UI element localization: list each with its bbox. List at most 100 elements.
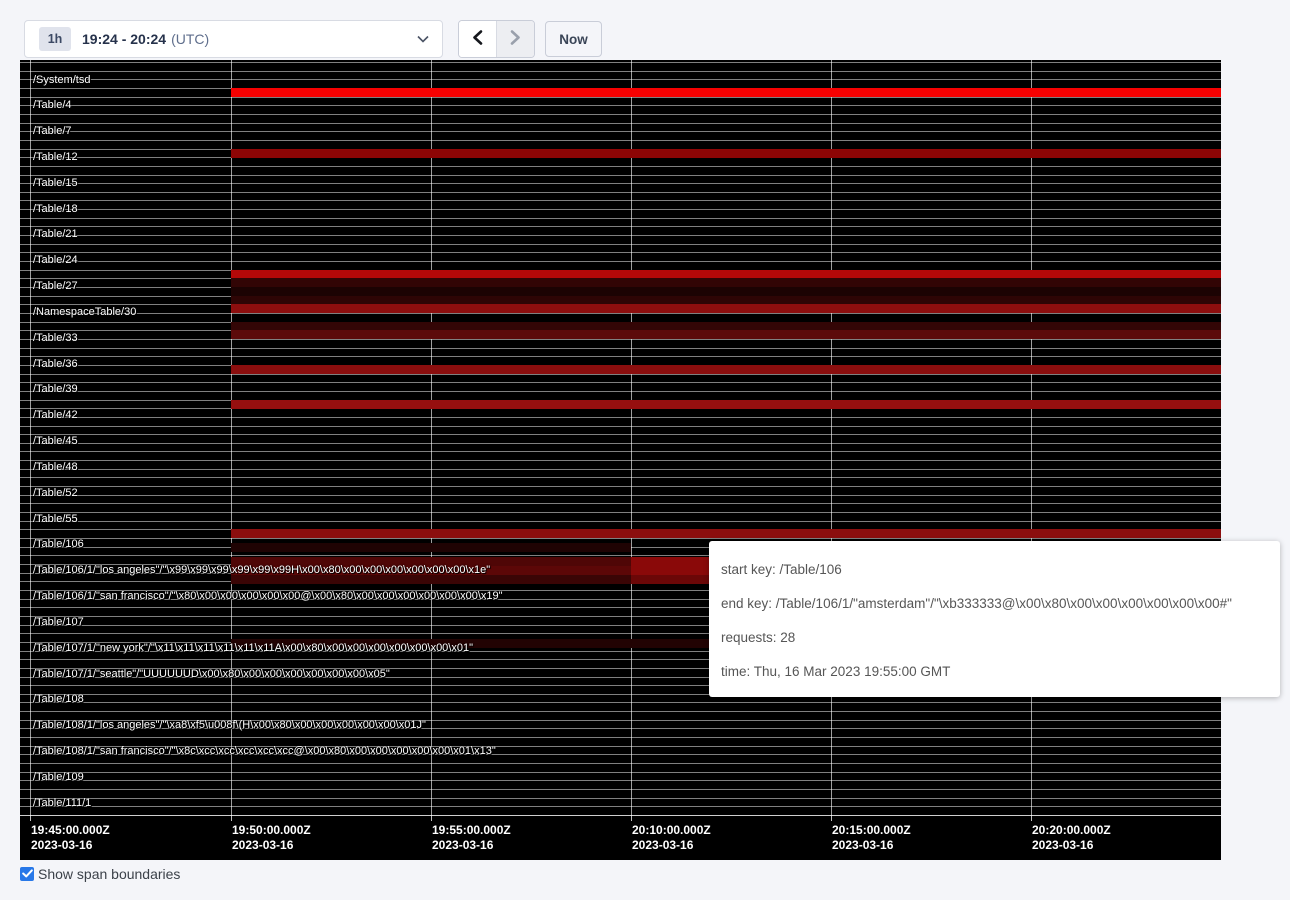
heat-band <box>231 400 1221 409</box>
span-boundary-line <box>20 521 1221 522</box>
span-boundary-line <box>20 252 1221 253</box>
row-label: /Table/106/1/"los angeles"/"\x99\x99\x99… <box>33 564 490 576</box>
row-label: /Table/48 <box>33 461 78 473</box>
tooltip-requests: requests: 28 <box>721 621 1264 655</box>
row-label: /Table/24 <box>33 254 78 266</box>
span-boundary-line <box>20 166 1221 167</box>
next-time-button[interactable] <box>496 21 534 57</box>
axis-tick-label: 20:20:00.000Z2023-03-16 <box>1032 823 1111 853</box>
row-label: /Table/39 <box>33 383 78 395</box>
span-boundary-line <box>20 105 1221 106</box>
row-label: /Table/12 <box>33 151 78 163</box>
span-boundary-line <box>20 495 1221 496</box>
row-label: /Table/4 <box>33 99 72 111</box>
axis-tick <box>30 815 31 821</box>
span-boundary-line <box>20 426 1221 427</box>
axis-tick <box>831 815 832 821</box>
row-label: /Table/106/1/"san francisco"/"\x80\x00\x… <box>33 590 503 602</box>
span-boundary-line <box>20 192 1221 193</box>
span-boundary-line <box>20 175 1221 176</box>
span-boundary-line <box>20 486 1221 487</box>
chevron-right-icon <box>509 29 522 49</box>
row-label: /Table/107/1/"new york"/"\x11\x11\x11\x1… <box>33 642 473 654</box>
row-label: /Table/15 <box>33 177 78 189</box>
footer-controls: Show span boundaries <box>20 867 180 882</box>
span-boundary-line <box>20 209 1221 210</box>
row-label: /Table/108/1/"los angeles"/"\xa8\xf5\u00… <box>33 719 426 731</box>
span-boundary-line <box>20 131 1221 132</box>
tooltip-start-key: start key: /Table/106 <box>721 553 1264 587</box>
span-boundary-line <box>20 226 1221 227</box>
span-boundary-line <box>20 789 1221 790</box>
show-span-boundaries-label: Show span boundaries <box>38 867 180 882</box>
grid-line <box>831 60 832 815</box>
tooltip-time: time: Thu, 16 Mar 2023 19:55:00 GMT <box>721 655 1264 689</box>
span-boundary-line <box>20 443 1221 444</box>
span-tooltip: start key: /Table/106 end key: /Table/10… <box>709 541 1280 697</box>
span-boundary-line <box>20 382 1221 383</box>
time-range-badge: 1h <box>39 27 71 51</box>
axis-tick <box>631 815 632 821</box>
span-boundary-line <box>20 417 1221 418</box>
row-label: /Table/33 <box>33 332 78 344</box>
axis-tick-label: 20:10:00.000Z2023-03-16 <box>632 823 711 853</box>
span-boundary-line <box>20 62 1221 63</box>
span-boundary-line <box>20 235 1221 236</box>
checkmark-icon <box>22 865 33 883</box>
row-label: /Table/106 <box>33 538 84 550</box>
span-boundary-line <box>20 71 1221 72</box>
row-label: /Table/52 <box>33 487 78 499</box>
axis-tick-label: 19:45:00.000Z2023-03-16 <box>31 823 110 853</box>
grid-line <box>231 60 232 815</box>
axis-tick-label: 19:50:00.000Z2023-03-16 <box>232 823 311 853</box>
row-label: /Table/107/1/"seattle"/"UUUUUUD\x00\x80\… <box>33 668 390 680</box>
span-boundary-line <box>20 261 1221 262</box>
time-range-selector[interactable]: 1h 19:24 - 20:24 (UTC) <box>24 20 443 58</box>
span-boundary-line <box>20 244 1221 245</box>
span-boundary-line <box>20 434 1221 435</box>
heat-band <box>231 575 631 584</box>
key-visualizer-page: { "toolbar": { "range_badge": "1h", "ran… <box>0 0 1290 900</box>
span-boundary-line <box>20 123 1221 124</box>
row-label: /Table/27 <box>33 280 78 292</box>
span-boundary-line <box>20 140 1221 141</box>
axis-tick <box>231 815 232 821</box>
show-span-boundaries-checkbox[interactable] <box>20 867 34 881</box>
previous-time-button[interactable] <box>459 21 496 57</box>
x-axis-line <box>20 815 1221 816</box>
axis-tick <box>431 815 432 821</box>
span-boundary-line <box>20 469 1221 470</box>
span-boundary-line <box>20 460 1221 461</box>
span-boundary-line <box>20 79 1221 80</box>
heat-band <box>231 304 1221 313</box>
row-label: /Table/107 <box>33 616 84 628</box>
span-boundary-line <box>20 772 1221 773</box>
row-label: /Table/111/1 <box>33 797 91 809</box>
heat-band <box>231 88 1221 97</box>
span-boundary-line <box>20 451 1221 452</box>
now-button[interactable]: Now <box>545 21 602 57</box>
grid-line <box>631 60 632 815</box>
heat-band <box>231 149 1221 158</box>
tooltip-end-key: end key: /Table/106/1/"amsterdam"/"\xb33… <box>721 587 1264 621</box>
heat-band <box>231 365 1221 374</box>
chevron-left-icon <box>471 29 484 49</box>
time-range-text: 19:24 - 20:24 <box>82 31 166 47</box>
chevron-down-icon <box>417 35 429 43</box>
grid-line <box>431 60 432 815</box>
span-boundary-line <box>20 798 1221 799</box>
row-label: /Table/108 <box>33 693 84 705</box>
time-range-timezone: (UTC) <box>171 31 209 47</box>
key-visualizer-heatmap[interactable]: /System/tsd/Table/4/Table/7/Table/12/Tab… <box>20 60 1221 860</box>
span-boundary-line <box>20 114 1221 115</box>
heat-band <box>231 287 1221 296</box>
row-label: /Table/7 <box>33 125 72 137</box>
axis-tick-label: 19:55:00.000Z2023-03-16 <box>432 823 511 853</box>
span-boundary-line <box>20 503 1221 504</box>
heat-band <box>231 270 1221 279</box>
axis-tick-label: 20:15:00.000Z2023-03-16 <box>832 823 911 853</box>
row-label: /Table/21 <box>33 228 78 240</box>
span-boundary-line <box>20 477 1221 478</box>
row-label: /System/tsd <box>33 74 90 86</box>
row-label: /Table/108/1/"san francisco"/"\x8c\xcc\x… <box>33 745 496 757</box>
